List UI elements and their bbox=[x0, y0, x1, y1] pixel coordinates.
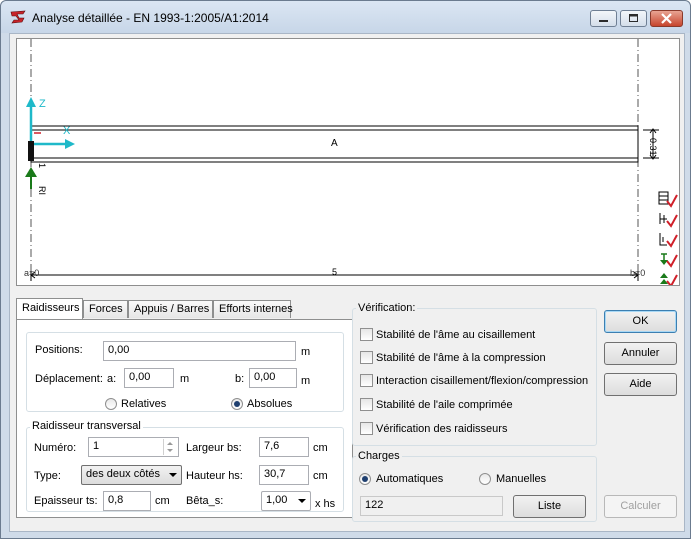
dialog-window: Analyse détaillée - EN 1993-1:2005/A1:20… bbox=[0, 0, 691, 539]
largeur-input[interactable]: 7,6 bbox=[259, 437, 309, 457]
check-aile-comprimee[interactable] bbox=[360, 398, 373, 411]
height-dimension-label: 0.31 bbox=[648, 138, 658, 156]
charges-value-field: 122 bbox=[360, 496, 503, 516]
check-stabilite-cisaillement[interactable] bbox=[360, 328, 373, 341]
tab-raidisseurs[interactable]: Raidisseurs bbox=[16, 298, 83, 319]
verification-title: Vérification: bbox=[356, 302, 418, 314]
hauteur-label: Hauteur hs: bbox=[186, 470, 243, 482]
check-stabilite-compression[interactable] bbox=[360, 351, 373, 364]
numero-label: Numéro: bbox=[34, 442, 77, 454]
absolues-radio[interactable] bbox=[231, 398, 243, 410]
stiffener-check-icon[interactable] bbox=[658, 210, 678, 229]
window-title: Analyse détaillée - EN 1993-1:2005/A1:20… bbox=[32, 11, 269, 25]
beta-select[interactable]: 1,00 bbox=[261, 491, 311, 511]
annuler-button[interactable]: Annuler bbox=[604, 342, 677, 365]
check-raidisseurs[interactable] bbox=[360, 422, 373, 435]
dialog-body: Z X A 0.31 1 RI a=0 5 b=0 Raidisseurs Fo… bbox=[9, 33, 685, 532]
check-interaction[interactable] bbox=[360, 374, 373, 387]
spinner-arrows-icon[interactable] bbox=[163, 439, 177, 455]
type-select[interactable]: des deux côtés bbox=[81, 465, 182, 485]
numero-spinner[interactable]: 1 bbox=[88, 437, 179, 457]
close-icon bbox=[661, 13, 672, 24]
b-unit: m bbox=[301, 375, 311, 387]
aide-button[interactable]: Aide bbox=[604, 373, 677, 396]
label-interaction: Interaction cisaillement/flexion/compres… bbox=[376, 375, 589, 387]
epaisseur-input[interactable]: 0,8 bbox=[103, 491, 151, 511]
length-label: 5 bbox=[332, 267, 338, 277]
positions-unit: m bbox=[301, 346, 311, 358]
beam-drawing: Z X A 0.31 1 RI a=0 5 b=0 bbox=[16, 38, 680, 286]
ok-button[interactable]: OK bbox=[604, 310, 677, 333]
positions-label: Positions: bbox=[35, 344, 83, 356]
calculer-button: Calculer bbox=[604, 495, 677, 518]
a-input[interactable]: 0,00 bbox=[124, 368, 174, 388]
automatiques-label: Automatiques bbox=[376, 473, 444, 485]
beta-label: Bêta_s: bbox=[186, 495, 224, 507]
beta-unit: x hs bbox=[315, 498, 336, 510]
type-label: Type: bbox=[34, 470, 61, 482]
b-label: b: bbox=[235, 373, 245, 385]
tab-efforts-internes[interactable]: Efforts internes bbox=[213, 300, 293, 318]
type-select-value: des deux côtés bbox=[86, 468, 160, 480]
side-toolbar bbox=[658, 190, 678, 286]
relatives-radio[interactable] bbox=[105, 398, 117, 410]
close-button[interactable] bbox=[650, 10, 683, 27]
beam-diagram bbox=[25, 39, 659, 281]
label-stabilite-cisaillement: Stabilité de l'âme au cisaillement bbox=[376, 329, 536, 341]
chevron-down-icon bbox=[169, 473, 177, 477]
b-input[interactable]: 0,00 bbox=[249, 368, 297, 388]
load-down-check-icon[interactable] bbox=[658, 250, 678, 269]
label-stabilite-compression: Stabilité de l'âme à la compression bbox=[376, 352, 546, 364]
minimize-button[interactable] bbox=[590, 10, 617, 27]
axis-z-label: Z bbox=[39, 98, 46, 110]
raidisseur-transversal-title: Raidisseur transversal bbox=[30, 420, 143, 432]
automatiques-radio[interactable] bbox=[359, 473, 371, 485]
stiffener-check-icon[interactable] bbox=[658, 230, 678, 249]
right-marker-label: b=0 bbox=[630, 268, 646, 278]
support-type-label: RI bbox=[37, 186, 47, 195]
beta-select-value: 1,00 bbox=[266, 494, 288, 506]
minimize-icon bbox=[599, 20, 608, 22]
stiffener-check-icon[interactable] bbox=[658, 190, 678, 209]
axis-x-label: X bbox=[63, 125, 71, 137]
axis-x bbox=[31, 139, 75, 149]
left-marker-label: a=0 bbox=[24, 268, 40, 278]
largeur-label: Largeur bs: bbox=[186, 442, 242, 454]
axis-z bbox=[26, 97, 36, 147]
tab-panel-raidisseurs: Positions: 0,00 m Déplacement: a: 0,00 m… bbox=[16, 319, 353, 518]
numero-value: 1 bbox=[93, 440, 100, 452]
beam-label: A bbox=[331, 138, 338, 149]
relatives-label: Relatives bbox=[121, 398, 167, 410]
tab-forces[interactable]: Forces bbox=[83, 300, 128, 318]
largeur-unit: cm bbox=[313, 442, 328, 454]
a-unit: m bbox=[180, 373, 190, 385]
a-label: a: bbox=[107, 373, 117, 385]
manuelles-radio[interactable] bbox=[479, 473, 491, 485]
absolues-label: Absolues bbox=[247, 398, 293, 410]
label-raidisseurs: Vérification des raidisseurs bbox=[376, 423, 508, 435]
title-bar: Analyse détaillée - EN 1993-1:2005/A1:20… bbox=[1, 1, 690, 33]
maximize-icon bbox=[629, 14, 638, 22]
support-number-label: 1 bbox=[37, 163, 47, 169]
epaisseur-label: Epaisseur ts: bbox=[34, 495, 98, 507]
deplacement-label: Déplacement: bbox=[35, 373, 103, 385]
epaisseur-unit: cm bbox=[155, 495, 170, 507]
label-aile-comprimee: Stabilité de l'aile comprimée bbox=[376, 399, 513, 411]
app-icon bbox=[10, 10, 26, 24]
maximize-button[interactable] bbox=[620, 10, 647, 27]
charges-title: Charges bbox=[356, 450, 402, 462]
hauteur-unit: cm bbox=[313, 470, 328, 482]
hauteur-input[interactable]: 30,7 bbox=[259, 465, 309, 485]
chevron-down-icon bbox=[298, 499, 306, 503]
tab-appuis-barres[interactable]: Appuis / Barres bbox=[128, 300, 213, 318]
liste-button[interactable]: Liste bbox=[513, 495, 586, 518]
manuelles-label: Manuelles bbox=[496, 473, 547, 485]
positions-input[interactable]: 0,00 bbox=[103, 341, 296, 361]
load-up-check-icon[interactable] bbox=[658, 270, 678, 286]
